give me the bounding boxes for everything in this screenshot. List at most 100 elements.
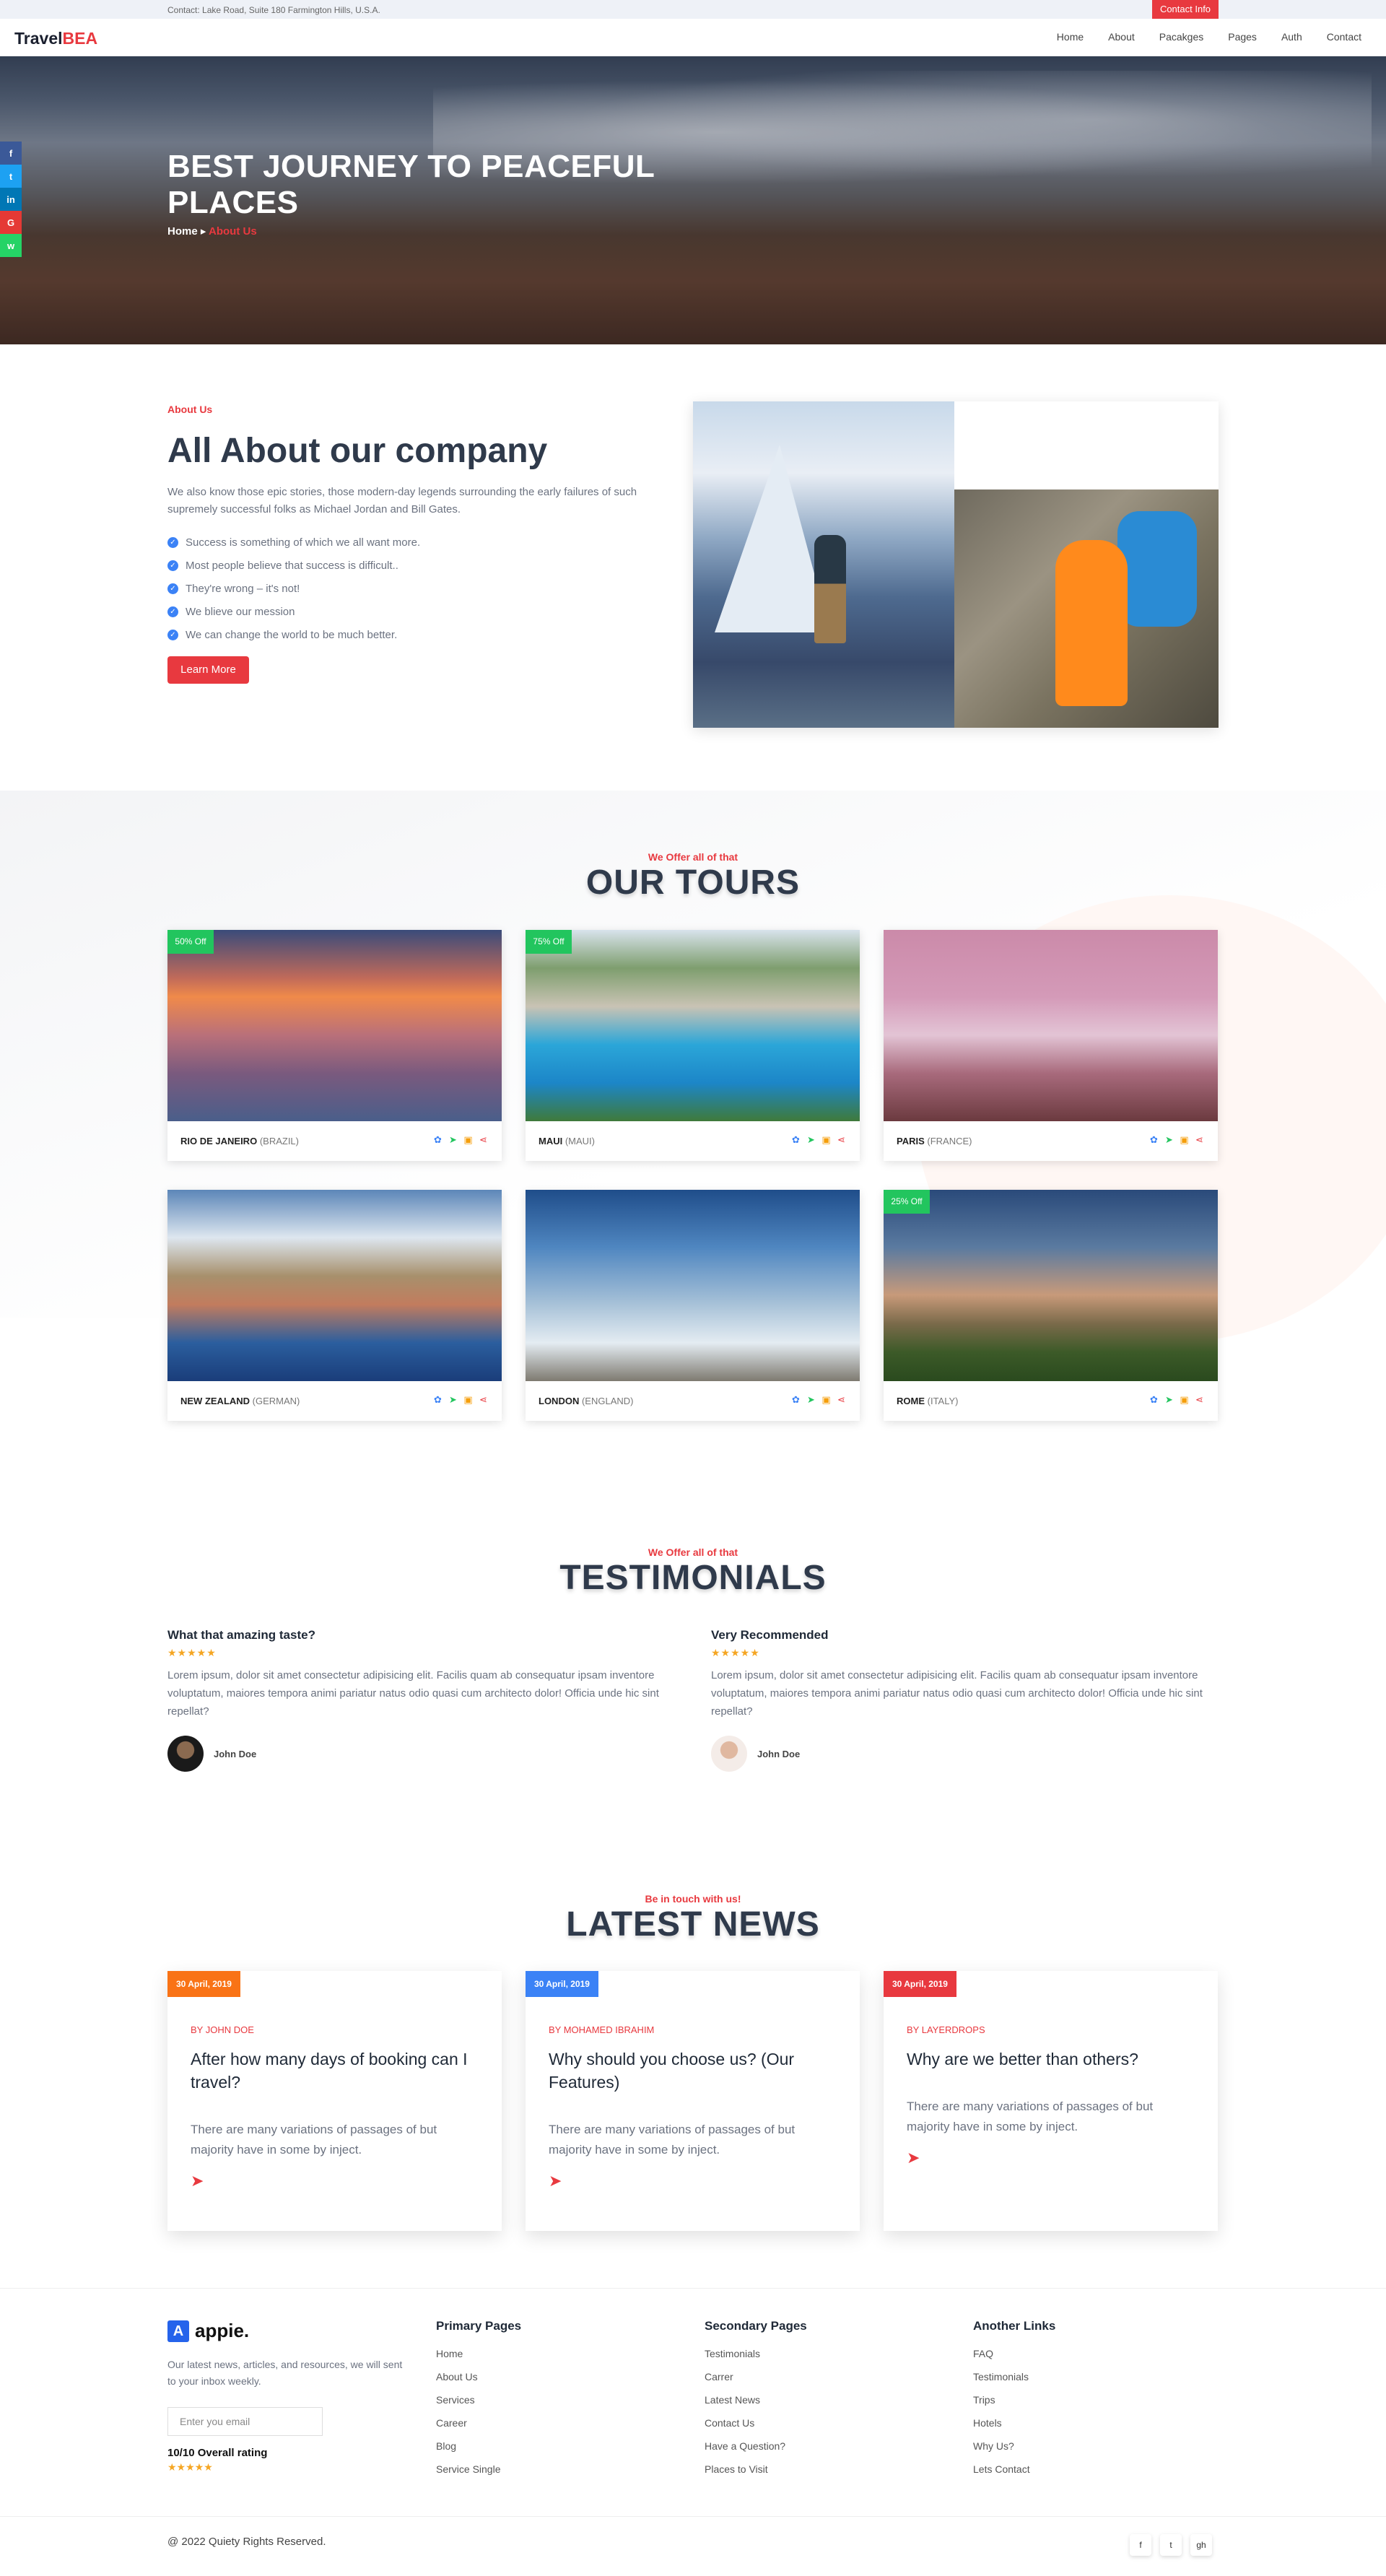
twitter-share-icon[interactable]: t: [0, 165, 22, 188]
nav-pages[interactable]: Pages: [1228, 31, 1257, 43]
about-checklist: ✓ Success is something of which we all wa…: [167, 531, 420, 646]
cart-icon[interactable]: ▣: [463, 1394, 474, 1406]
send-icon[interactable]: ➤: [448, 1134, 458, 1146]
tour-name: ROME (ITALY): [897, 1396, 959, 1406]
tour-card[interactable]: PARIS (FRANCE) ✿ ➤ ▣ ⋖: [884, 930, 1218, 1161]
nav-contact[interactable]: Contact: [1327, 31, 1361, 43]
tour-card[interactable]: LONDON (ENGLAND) ✿ ➤ ▣ ⋖: [526, 1190, 860, 1421]
footer-link[interactable]: Testimonials: [705, 2348, 807, 2371]
twitter-icon[interactable]: t: [1160, 2534, 1182, 2556]
footer-link[interactable]: About Us: [436, 2371, 521, 2394]
badge-icon[interactable]: ✿: [790, 1394, 801, 1406]
cart-icon[interactable]: ▣: [821, 1394, 832, 1406]
footer-link[interactable]: Have a Question?: [705, 2440, 807, 2463]
share-icon[interactable]: ⋖: [836, 1394, 847, 1406]
nav-about[interactable]: About: [1108, 31, 1135, 43]
send-icon[interactable]: ➤: [907, 2149, 920, 2167]
send-icon[interactable]: ➤: [806, 1134, 816, 1146]
tour-card[interactable]: 75% Off MAUI (MAUI) ✿ ➤ ▣ ⋖: [526, 930, 860, 1161]
news-headline[interactable]: After how many days of booking can I tra…: [191, 2048, 479, 2094]
cart-icon[interactable]: ▣: [1179, 1394, 1190, 1406]
nav-auth[interactable]: Auth: [1281, 31, 1302, 43]
share-icon[interactable]: ⋖: [478, 1134, 489, 1146]
news-headline[interactable]: Why should you choose us? (Our Features): [549, 2048, 837, 2094]
footer-link[interactable]: Home: [436, 2348, 521, 2371]
cart-icon[interactable]: ▣: [1179, 1134, 1190, 1146]
site-logo[interactable]: TravelBEA: [14, 29, 97, 48]
share-icon[interactable]: ⋖: [478, 1394, 489, 1406]
footer-link[interactable]: Trips: [973, 2394, 1055, 2417]
google-share-icon[interactable]: G: [0, 211, 22, 234]
contact-info-button[interactable]: Contact Info: [1152, 0, 1219, 19]
footer-link[interactable]: Hotels: [973, 2417, 1055, 2440]
send-icon[interactable]: ➤: [806, 1394, 816, 1406]
about-section-label: About Us: [167, 404, 213, 415]
tour-card[interactable]: NEW ZEALAND (GERMAN) ✿ ➤ ▣ ⋖: [167, 1190, 502, 1421]
send-icon[interactable]: ➤: [1164, 1394, 1174, 1406]
check-item: ✓ We can change the world to be much bett…: [167, 623, 420, 646]
footer-link[interactable]: Why Us?: [973, 2440, 1055, 2463]
appie-logo-icon: A: [167, 2320, 189, 2342]
newsletter-email-input[interactable]: Enter you email: [167, 2407, 323, 2436]
badge-icon[interactable]: ✿: [790, 1134, 801, 1146]
footer-link[interactable]: Career: [436, 2417, 521, 2440]
check-icon: ✓: [167, 536, 178, 548]
share-icon[interactable]: ⋖: [1194, 1394, 1205, 1406]
github-icon[interactable]: gh: [1190, 2534, 1212, 2556]
testimonial-author: John Doe: [757, 1749, 801, 1759]
main-nav: Home About Pacakges Pages Auth Contact: [1057, 31, 1361, 43]
footer-link[interactable]: Carrer: [705, 2371, 807, 2394]
footer-logo[interactable]: Aappie.: [167, 2320, 249, 2342]
news-excerpt: There are many variations of passages of…: [191, 2123, 437, 2157]
cart-icon[interactable]: ▣: [821, 1134, 832, 1146]
facebook-icon[interactable]: f: [1130, 2534, 1151, 2556]
tour-actions: ✿ ➤ ▣ ⋖: [790, 1134, 847, 1146]
footer-link[interactable]: Testimonials: [973, 2371, 1055, 2394]
footer-link[interactable]: Places to Visit: [705, 2463, 807, 2486]
mountain-hiker-photo: [693, 401, 954, 728]
send-icon[interactable]: ➤: [448, 1394, 458, 1406]
send-icon[interactable]: ➤: [191, 2172, 204, 2190]
footer-link[interactable]: Blog: [436, 2440, 521, 2463]
news-card[interactable]: 30 April, 2019 BY JOHN DOE After how man…: [167, 1971, 502, 2231]
nav-home[interactable]: Home: [1057, 31, 1084, 43]
footer-link[interactable]: FAQ: [973, 2348, 1055, 2371]
footer-social-icons: f t gh: [1130, 2534, 1212, 2556]
breadcrumb-separator-icon: ▸: [200, 225, 206, 238]
footer-link[interactable]: Services: [436, 2394, 521, 2417]
nav-packages[interactable]: Pacakges: [1159, 31, 1203, 43]
cart-icon[interactable]: ▣: [463, 1134, 474, 1146]
footer-column-title: Primary Pages: [436, 2319, 522, 2333]
about-title: All About our company: [167, 432, 548, 470]
send-icon[interactable]: ➤: [1164, 1134, 1174, 1146]
tour-name: RIO DE JANEIRO (BRAZIL): [180, 1136, 299, 1146]
tour-photo: [526, 1190, 860, 1381]
whatsapp-share-icon[interactable]: w: [0, 234, 22, 257]
footer-logo-text: appie.: [195, 2320, 250, 2341]
footer-link[interactable]: Service Single: [436, 2463, 521, 2486]
news-card[interactable]: 30 April, 2019 BY MOHAMED IBRAHIM Why sh…: [526, 1971, 860, 2231]
facebook-share-icon[interactable]: f: [0, 142, 22, 165]
tour-card[interactable]: 50% Off RIO DE JANEIRO (BRAZIL) ✿ ➤ ▣ ⋖: [167, 930, 502, 1161]
learn-more-button[interactable]: Learn More: [167, 656, 249, 684]
testimonials-section-label: We Offer all of that: [648, 1546, 738, 1558]
share-icon[interactable]: ⋖: [836, 1134, 847, 1146]
testimonial-text: Lorem ipsum, dolor sit amet consectetur …: [167, 1669, 659, 1718]
footer-link[interactable]: Contact Us: [705, 2417, 807, 2440]
share-icon[interactable]: ⋖: [1194, 1134, 1205, 1146]
check-text: We blieve our mession: [186, 605, 295, 618]
badge-icon[interactable]: ✿: [432, 1134, 443, 1146]
footer-link[interactable]: Latest News: [705, 2394, 807, 2417]
badge-icon[interactable]: ✿: [432, 1394, 443, 1406]
tour-card[interactable]: 25% Off ROME (ITALY) ✿ ➤ ▣ ⋖: [884, 1190, 1218, 1421]
news-card[interactable]: 30 April, 2019 BY LAYERDROPS Why are we …: [884, 1971, 1218, 2231]
footer-link[interactable]: Lets Contact: [973, 2463, 1055, 2486]
linkedin-share-icon[interactable]: in: [0, 188, 22, 211]
send-icon[interactable]: ➤: [549, 2172, 562, 2190]
badge-icon[interactable]: ✿: [1149, 1134, 1159, 1146]
news-section-label: Be in touch with us!: [645, 1893, 741, 1905]
badge-icon[interactable]: ✿: [1149, 1394, 1159, 1406]
news-title: LATEST NEWS: [566, 1905, 820, 1944]
news-headline[interactable]: Why are we better than others?: [907, 2048, 1195, 2071]
breadcrumb-home[interactable]: Home: [167, 225, 198, 238]
